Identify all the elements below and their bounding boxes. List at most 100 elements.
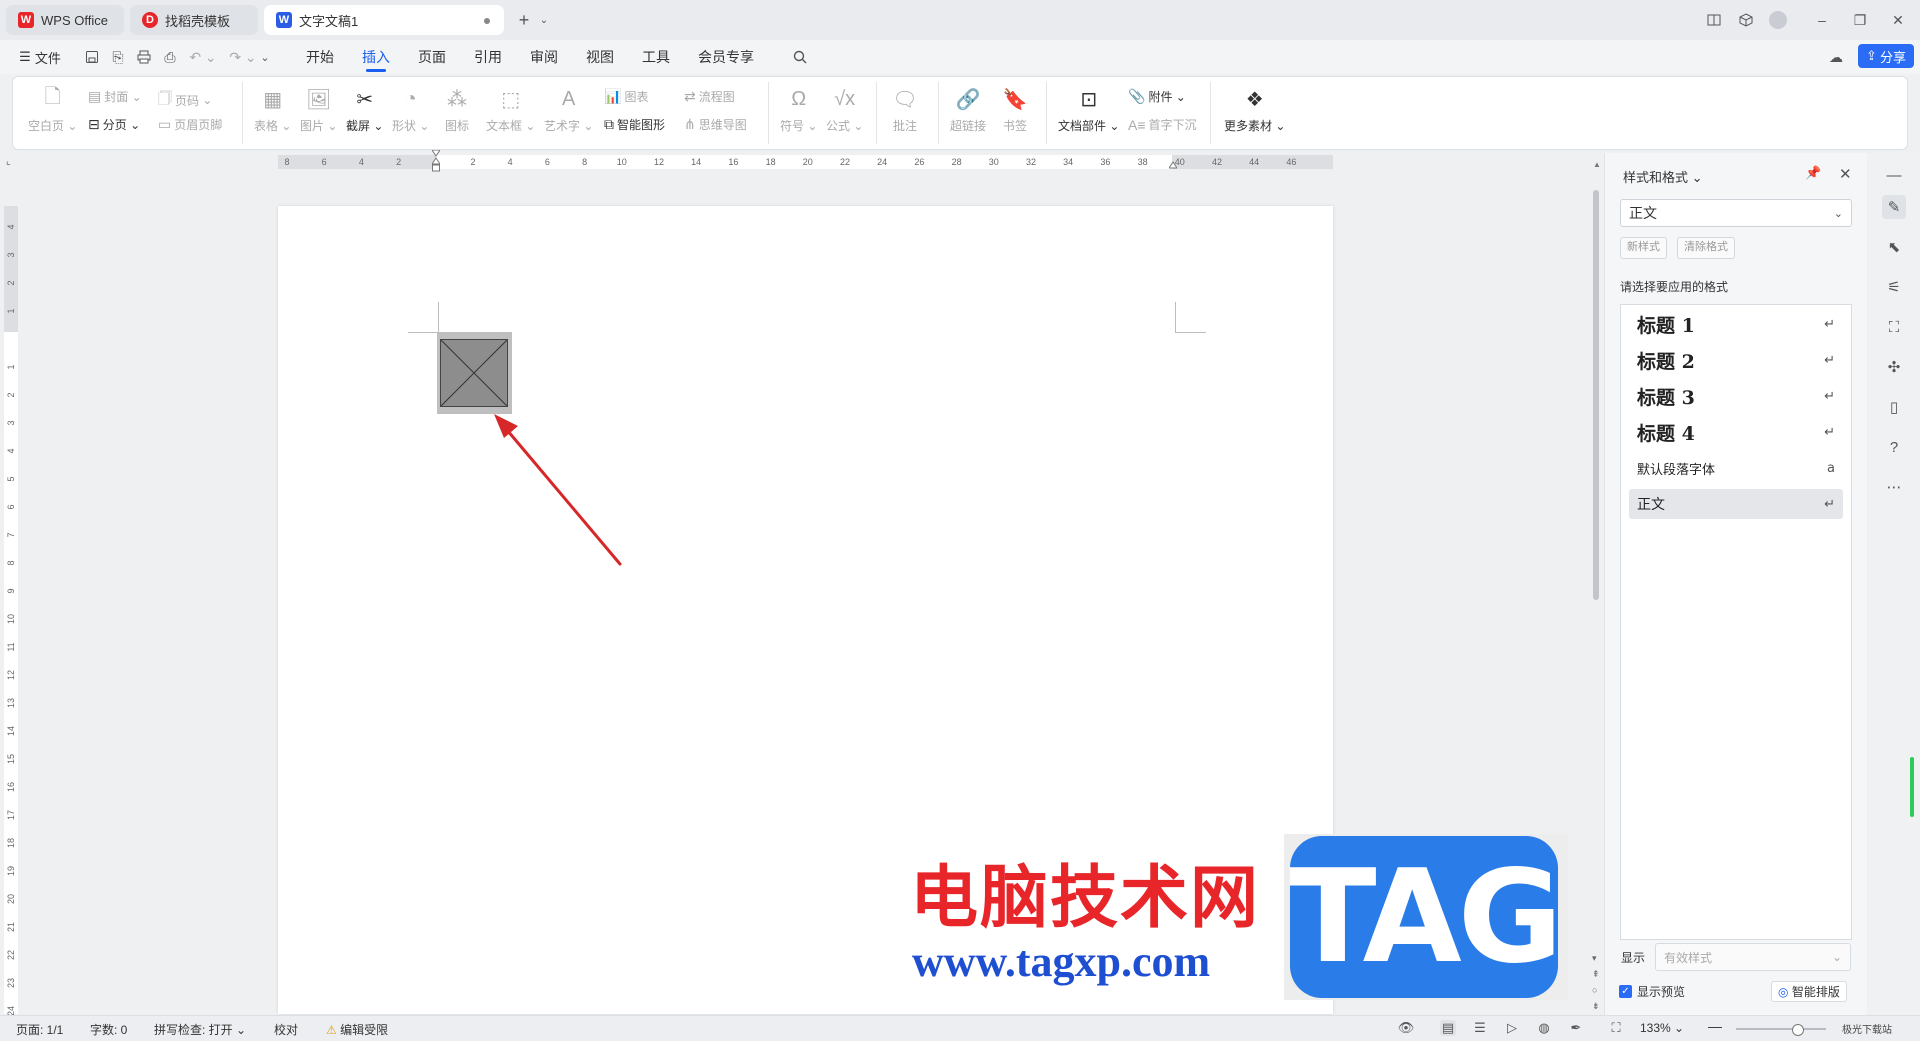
style-item-body[interactable]: 正文 ↵ — [1629, 489, 1843, 519]
save-icon[interactable] — [82, 47, 102, 67]
more-icon[interactable]: ⋯ — [1882, 475, 1906, 499]
screenshot-button[interactable]: ✂ 截屏 ⌄ — [346, 86, 383, 134]
select-cursor-icon[interactable]: ⬉ — [1882, 235, 1906, 259]
undo-icon[interactable]: ↶ ⌄ — [188, 47, 218, 67]
outline-view-icon[interactable]: ☰ — [1472, 1020, 1488, 1036]
picture-button[interactable]: 🖼 图片 ⌄ — [300, 86, 337, 134]
cloud-icon[interactable]: ☁ — [1826, 47, 1846, 67]
tab-reference[interactable]: 引用 — [474, 47, 502, 69]
new-style-button[interactable]: 新样式 — [1620, 237, 1667, 259]
zoom-out-icon[interactable]: — — [1708, 1018, 1722, 1034]
textbox-button[interactable]: ⬚ 文本框 ⌄ — [486, 86, 535, 134]
tab-insert[interactable]: 插入 — [362, 47, 390, 72]
page-count[interactable]: 页面: 1/1 — [16, 1021, 63, 1038]
avatar[interactable] — [1766, 8, 1790, 32]
table-button[interactable]: ▦ 表格 ⌄ — [254, 86, 291, 134]
print-preview-icon[interactable]: ⎙ — [160, 47, 180, 67]
tab-start[interactable]: 开始 — [306, 47, 334, 69]
style-item-heading-1[interactable]: 标题 1 ↵ — [1629, 309, 1843, 339]
tab-wps-office[interactable]: W WPS Office — [6, 5, 124, 35]
style-pen-icon[interactable]: ✎ — [1882, 195, 1906, 219]
page-number-button[interactable]: 🗍 页码 ⌄ — [158, 88, 212, 112]
shape-button[interactable]: ◔ 形状 ⌄ — [392, 86, 429, 134]
scroll-thumb[interactable] — [1593, 190, 1599, 600]
tab-document-1[interactable]: W 文字文稿1 — [264, 5, 504, 35]
zoom-slider-track[interactable] — [1736, 1024, 1826, 1036]
proofread-button[interactable]: 校对 — [274, 1021, 298, 1038]
smart-graphic-button[interactable]: ⧉ 智能图形 — [604, 116, 665, 133]
collapse-sidebar-icon[interactable]: — — [1882, 163, 1906, 187]
tab-page[interactable]: 页面 — [418, 47, 446, 69]
header-footer-button[interactable]: ▭ 页眉页脚 — [158, 116, 222, 133]
style-item-default-font[interactable]: 默认段落字体 a — [1629, 453, 1843, 483]
vertical-scrollbar[interactable]: ▲ ▾ ⇞ ○ ⇟ — [1590, 160, 1602, 1011]
cube-icon[interactable] — [1734, 8, 1758, 32]
quick-access-chevron-icon[interactable]: ⌄ — [258, 47, 272, 67]
play-icon[interactable]: ▷ — [1504, 1020, 1520, 1036]
page-break-button[interactable]: ⊟ 分页 ⌄ — [88, 116, 140, 133]
close-icon[interactable]: ✕ — [1886, 8, 1910, 32]
layout-icon[interactable] — [1702, 8, 1726, 32]
tools-icon[interactable]: ✣ — [1882, 355, 1906, 379]
share-button[interactable]: ⇪ 分享 — [1858, 44, 1914, 68]
page-nav-icons[interactable]: ▾ ⇞ ○ ⇟ — [1592, 950, 1600, 1014]
eye-icon[interactable]: 👁 — [1398, 1020, 1415, 1036]
file-menu[interactable]: ☰ 文件 — [16, 47, 64, 67]
tab-member[interactable]: 会员专享 — [698, 47, 754, 69]
formula-button[interactable]: √x 公式 ⌄ — [826, 86, 863, 134]
tab-list-chevron-icon[interactable]: ⌄ — [532, 8, 556, 32]
help-icon[interactable]: ? — [1882, 435, 1906, 459]
scroll-up-icon[interactable]: ▲ — [1593, 160, 1601, 169]
tab-tools[interactable]: 工具 — [642, 47, 670, 69]
doc-parts-button[interactable]: ⊡ 文档部件 ⌄ — [1058, 86, 1119, 134]
hyperlink-button[interactable]: 🔗 超链接 — [950, 86, 986, 134]
tab-review[interactable]: 审阅 — [530, 47, 558, 69]
clear-format-button[interactable]: 清除格式 — [1677, 237, 1735, 259]
redo-icon[interactable]: ↷ ⌄ — [228, 47, 258, 67]
wordart-button[interactable]: A 艺术字 ⌄ — [544, 86, 593, 134]
page-view-icon[interactable]: ▤ — [1440, 1020, 1456, 1036]
edit-restricted-status[interactable]: ⚠ 编辑受限 — [326, 1021, 388, 1038]
more-materials-button[interactable]: ❖ 更多素材 ⌄ — [1224, 86, 1285, 134]
pen-icon[interactable]: ✒ — [1568, 1020, 1584, 1036]
show-preview-checkbox[interactable]: ✓ — [1619, 985, 1632, 998]
flowchart-button[interactable]: ⇄ 流程图 — [684, 88, 735, 105]
tab-view[interactable]: 视图 — [586, 47, 614, 69]
zoom-slider-thumb[interactable] — [1792, 1024, 1804, 1036]
current-style-select[interactable]: 正文 ⌄ — [1620, 199, 1852, 227]
export-icon[interactable]: ⎘ — [108, 47, 128, 67]
blank-page-button[interactable]: 🗋 空白页 ⌄ — [28, 86, 77, 134]
attachment-button[interactable]: 📎 附件 ⌄ — [1128, 88, 1186, 105]
minimize-icon[interactable]: – — [1810, 8, 1834, 32]
panel-close-icon[interactable]: ✕ — [1839, 165, 1852, 183]
adjust-sliders-icon[interactable]: ⚟ — [1882, 275, 1906, 299]
bookmark-button[interactable]: 🔖 书签 — [1002, 86, 1028, 134]
book-icon[interactable]: ▯ — [1882, 395, 1906, 419]
tab-docer-templates[interactable]: D 找稻壳模板 — [130, 5, 258, 35]
symbol-button[interactable]: Ω 符号 ⌄ — [780, 86, 817, 134]
display-filter-select[interactable]: 有效样式 ⌄ — [1655, 943, 1851, 971]
vertical-ruler[interactable]: 4 3 2 1 1 2 3 4 5 6 7 8 9 10 11 12 13 14 15 16 17 18 19 20 21 22 2… — [4, 206, 18, 1016]
panel-title[interactable]: 样式和格式 ⌄ — [1623, 167, 1703, 186]
left-indent-marker-icon[interactable] — [431, 149, 441, 176]
print-icon[interactable] — [134, 47, 154, 67]
style-item-heading-3[interactable]: 标题 3 ↵ — [1629, 381, 1843, 411]
icon-button[interactable]: ⁂ 图标 — [444, 86, 470, 134]
fit-page-icon[interactable]: ⛶ — [1608, 1020, 1624, 1036]
restore-icon[interactable]: ❐ — [1848, 8, 1872, 32]
style-item-heading-4[interactable]: 标题 4 ↵ — [1629, 417, 1843, 447]
right-indent-marker-icon[interactable] — [1168, 160, 1178, 172]
pin-icon[interactable]: 📌 — [1805, 165, 1821, 181]
word-count[interactable]: 字数: 0 — [90, 1021, 127, 1038]
image-edit-icon[interactable]: ⛶ — [1882, 315, 1906, 339]
drop-cap-button[interactable]: A≡ 首字下沉 — [1128, 116, 1197, 133]
style-item-heading-2[interactable]: 标题 2 ↵ — [1629, 345, 1843, 375]
image-placeholder[interactable] — [437, 332, 512, 414]
comment-button[interactable]: 🗨 批注 — [892, 86, 918, 134]
mindmap-button[interactable]: ⋔ 思维导图 — [684, 116, 747, 133]
search-icon[interactable] — [790, 47, 810, 67]
spellcheck-status[interactable]: 拼写检查: 打开 ⌄ — [154, 1021, 246, 1038]
cover-button[interactable]: ▤ 封面 ⌄ — [88, 88, 142, 105]
zoom-level[interactable]: 133% ⌄ — [1640, 1021, 1684, 1035]
chart-button[interactable]: 📊 图表 — [604, 88, 648, 105]
